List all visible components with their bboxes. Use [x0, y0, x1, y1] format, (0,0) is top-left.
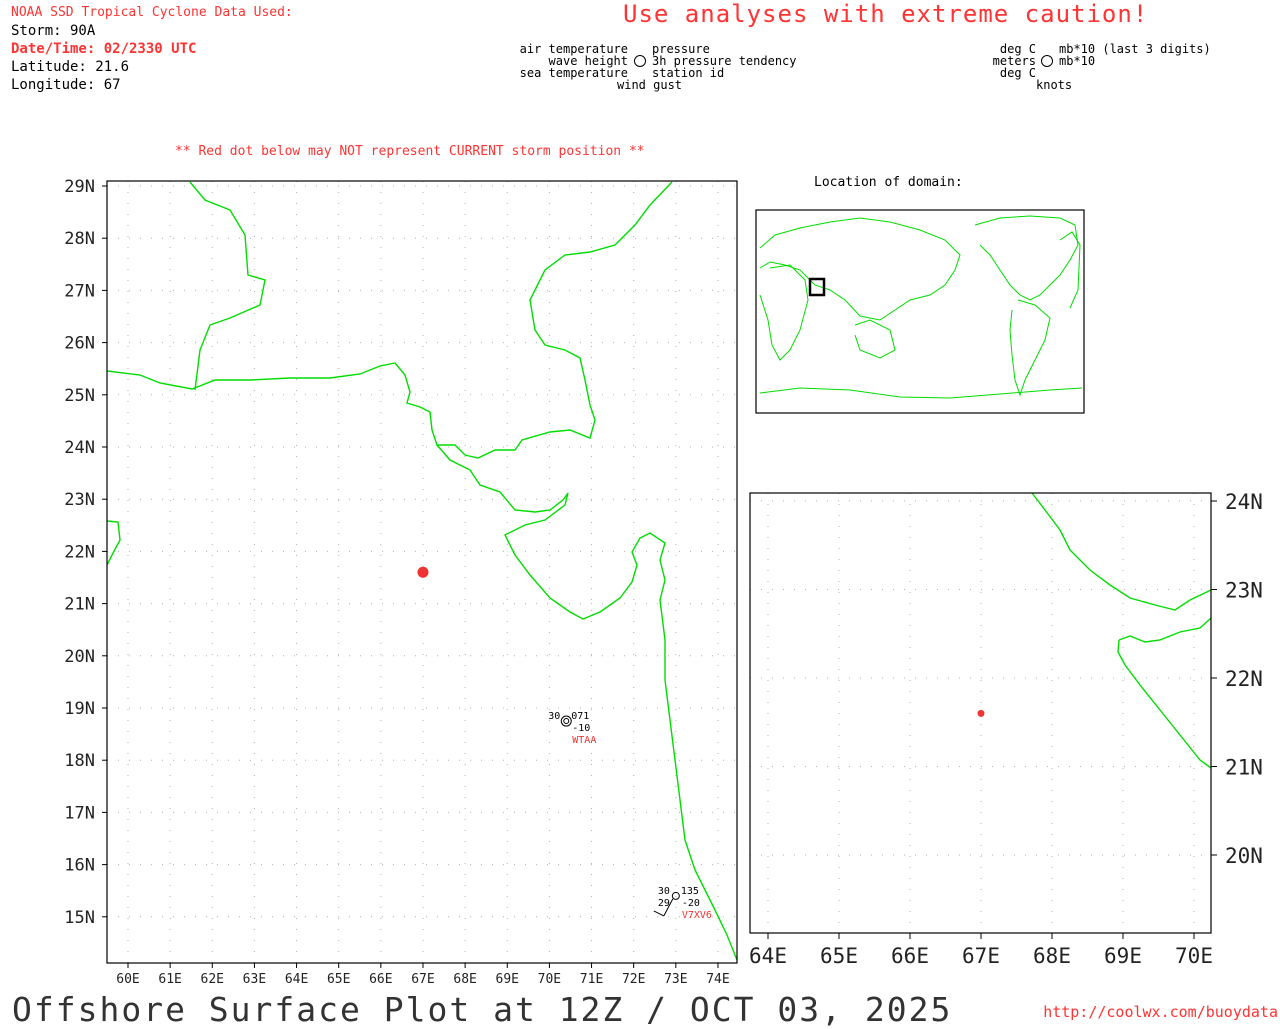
storm-position-marker: [417, 566, 429, 578]
main-lon-label: 67E: [411, 972, 434, 987]
station-wtaa-air-temp: 30: [548, 711, 560, 722]
main-lat-label: 24N: [64, 438, 95, 458]
main-map-lon-labels: 60E 61E 62E 63E 64E 65E 66E 67E 68E 69E 70E 71E 72E 7…: [116, 963, 730, 987]
main-lat-label: 16N: [64, 856, 95, 876]
main-lon-label: 64E: [285, 972, 308, 987]
main-lon-label: 72E: [622, 972, 645, 987]
main-lat-label: 28N: [64, 229, 95, 249]
station-v7xv6-sea-temp: 29: [658, 898, 670, 909]
zoom-lat-label: 21N: [1225, 756, 1263, 780]
zoom-lon-label: 68E: [1033, 944, 1071, 968]
main-lat-label: 29N: [64, 177, 95, 197]
zoom-map-lon-labels: 64E 65E 66E 67E 68E 69E 70E: [749, 933, 1213, 968]
main-map-lat-labels: 29N 28N 27N 26N 25N 24N 23N 22N 21N 20N 19N 18N 17N 1…: [64, 177, 107, 928]
zoom-lat-label: 20N: [1225, 844, 1263, 868]
station-wtaa-tendency: -10: [572, 723, 590, 734]
main-lat-label: 21N: [64, 595, 95, 615]
main-lon-label: 70E: [538, 972, 561, 987]
zoom-lon-label: 66E: [891, 944, 929, 968]
zoom-lon-label: 67E: [962, 944, 1000, 968]
main-lat-label: 27N: [64, 281, 95, 301]
zoom-lat-label: 22N: [1225, 667, 1263, 691]
station-v7xv6-id: V7XV6: [682, 910, 712, 921]
station-v7xv6-air-temp: 30: [658, 886, 670, 897]
zoom-lat-label: 24N: [1225, 490, 1263, 514]
main-lat-label: 18N: [64, 751, 95, 771]
main-lat-label: 22N: [64, 542, 95, 562]
main-map: 29N 28N 27N 26N 25N 24N 23N 22N 21N 20N 19N 18N 17N 1…: [64, 175, 1263, 987]
zoom-lon-label: 64E: [749, 944, 787, 968]
source-url[interactable]: http://coolwx.com/buoydata: [1043, 1003, 1278, 1021]
zoom-lon-label: 65E: [820, 944, 858, 968]
station-wtaa-id: WTAA: [572, 735, 596, 746]
main-lon-label: 65E: [327, 972, 350, 987]
main-lon-label: 66E: [369, 972, 392, 987]
zoom-map-lat-labels: 24N 23N 22N 21N 20N: [1211, 490, 1263, 868]
station-v7xv6-tendency: -20: [682, 898, 700, 909]
main-lon-label: 61E: [158, 972, 181, 987]
inset-world-map: [755, 209, 1085, 414]
station-plot-wtaa: 30 071 -10 WTAA: [548, 711, 596, 746]
main-lat-label: 15N: [64, 908, 95, 928]
main-lat-label: 17N: [64, 803, 95, 823]
zoom-lon-label: 70E: [1175, 944, 1213, 968]
zoom-lon-label: 69E: [1104, 944, 1142, 968]
inset-map-title: Location of domain:: [814, 175, 963, 190]
main-lat-label: 25N: [64, 386, 95, 406]
station-plot-v7xv6: 30 29 135 -20 V7XV6: [653, 886, 712, 921]
main-lon-label: 74E: [706, 972, 729, 987]
main-lon-label: 69E: [496, 972, 519, 987]
main-lon-label: 73E: [664, 972, 687, 987]
main-lon-label: 63E: [243, 972, 266, 987]
station-wtaa-pressure: 071: [571, 711, 589, 722]
zoom-map-coastline: [1031, 492, 1212, 769]
main-lon-label: 68E: [453, 972, 476, 987]
main-lat-label: 23N: [64, 490, 95, 510]
main-lat-label: 26N: [64, 334, 95, 354]
main-lon-label: 71E: [580, 972, 603, 987]
zoom-storm-position-marker: [977, 709, 985, 717]
main-lon-label: 62E: [201, 972, 224, 987]
zoom-lat-label: 23N: [1225, 579, 1263, 603]
main-lat-label: 20N: [64, 647, 95, 667]
plot-title: Offshore Surface Plot at 12Z / OCT 03, 2…: [12, 990, 953, 1029]
main-lon-label: 60E: [116, 972, 139, 987]
station-v7xv6-pressure: 135: [681, 886, 699, 897]
main-lat-label: 19N: [64, 699, 95, 719]
